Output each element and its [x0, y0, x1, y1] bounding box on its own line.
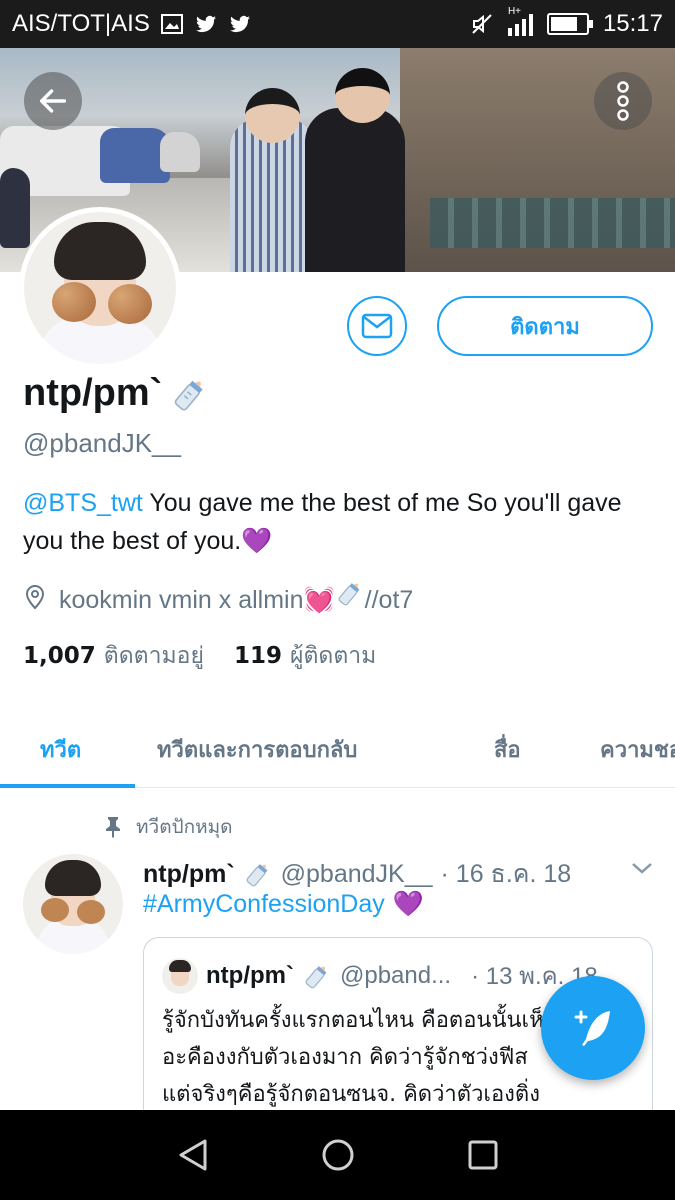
profile-handle: @pbandJK__ — [23, 428, 181, 458]
arrow-left-icon — [39, 89, 67, 113]
profile-bio: @BTS_twt You gave me the best of me So y… — [23, 484, 653, 560]
display-name: ntp/pm` — [23, 372, 210, 415]
baby-bottle-icon — [246, 864, 268, 887]
twitter-icon-2 — [229, 15, 250, 33]
tab-tweets-replies[interactable]: ทวีตและการตอบกลับ — [157, 732, 357, 767]
tweet-body: #ArmyConfessionDay 💜 — [143, 890, 424, 919]
signal-icon: H+ — [507, 6, 533, 36]
quote-header: ntp/pm` @pband... · 13 พ.ค. 18 — [162, 956, 598, 995]
tab-likes[interactable]: ความชอบ — [600, 732, 675, 767]
followers-label: ผู้ติดตาม — [289, 643, 377, 669]
following-stat[interactable]: 1,007 ติดตามอยู่ — [23, 638, 204, 674]
status-bar: AIS/TOT|AIS H+ 15:17 — [0, 0, 675, 48]
nav-home-icon[interactable] — [320, 1137, 356, 1173]
followers-count: 119 — [233, 643, 282, 669]
nav-recents-icon[interactable] — [465, 1137, 501, 1173]
back-button[interactable] — [24, 72, 82, 130]
clock: 15:17 — [602, 10, 663, 37]
tweet-author-name[interactable]: ntp/pm` — [143, 860, 235, 889]
tweet-author-handle: @pbandJK__ — [280, 859, 433, 888]
pin-icon — [106, 817, 120, 838]
follow-button[interactable]: ติดตาม — [437, 296, 653, 356]
location-pin-icon — [25, 584, 45, 609]
tweet-avatar[interactable] — [23, 854, 123, 954]
followers-stat[interactable]: 119 ผู้ติดตาม — [234, 638, 376, 674]
mute-icon — [472, 14, 492, 34]
quote-line: แต่จริงๆคือรู้จักตอนซนจ. คิดว่าตัวเองติ่… — [162, 1082, 540, 1107]
profile-location: kookmin vmin x allmin💓 //ot7 — [23, 578, 413, 615]
tweet-emoji: 💜 — [392, 890, 424, 918]
tab-media[interactable]: สื่อ — [494, 732, 521, 767]
baby-bottle-icon — [338, 583, 360, 606]
more-options-button[interactable] — [594, 72, 652, 130]
bio-emoji: 💜 — [241, 527, 273, 555]
compose-feather-icon — [574, 1010, 610, 1046]
profile-stats: 1,007 ติดตามอยู่ 119 ผู้ติดตาม — [23, 638, 376, 674]
profile-tabs: ทวีต ทวีตและการตอบกลับ สื่อ ความชอบ — [0, 716, 675, 788]
network-type-label: H+ — [507, 6, 521, 17]
twitter-icon — [195, 15, 216, 33]
location-suffix: //ot7 — [364, 586, 414, 614]
battery-icon — [546, 13, 593, 35]
quote-author-name: ntp/pm` — [206, 961, 294, 989]
profile-avatar[interactable] — [19, 207, 181, 369]
tab-tweets[interactable]: ทวีต — [40, 732, 81, 767]
display-name-text: ntp/pm` — [23, 372, 163, 414]
tweet-date: · 16 ธ.ค. 18 — [440, 860, 572, 888]
bio-mention-link[interactable]: @BTS_twt — [23, 489, 143, 517]
envelope-icon — [361, 313, 393, 339]
quote-avatar — [162, 957, 198, 994]
baby-bottle-icon — [175, 380, 203, 411]
pinned-label: ทวีตปักหมุด — [136, 816, 233, 838]
active-tab-indicator — [0, 784, 135, 788]
pinned-indicator: ทวีตปักหมุด — [104, 812, 232, 842]
quote-author-handle: @pband... — [339, 961, 452, 989]
gallery-icon — [160, 14, 183, 34]
location-emoji: 💓 — [303, 586, 335, 614]
chevron-down-icon[interactable] — [630, 858, 654, 878]
following-count: 1,007 — [23, 643, 96, 669]
android-nav-bar — [0, 1110, 675, 1200]
compose-tweet-button[interactable] — [541, 976, 645, 1080]
battery-level — [550, 17, 578, 31]
carrier-label: AIS/TOT|AIS — [12, 10, 150, 37]
message-button[interactable] — [347, 296, 407, 356]
following-label: ติดตามอยู่ — [103, 643, 204, 669]
baby-bottle-icon — [305, 965, 327, 988]
tweet-header: ntp/pm` @pbandJK__ · 16 ธ.ค. 18 — [143, 854, 571, 894]
location-text: kookmin vmin x allmin — [59, 586, 304, 614]
more-vertical-icon — [617, 81, 629, 121]
tweet-hashtag[interactable]: #ArmyConfessionDay — [143, 890, 385, 919]
nav-back-icon[interactable] — [175, 1137, 211, 1173]
